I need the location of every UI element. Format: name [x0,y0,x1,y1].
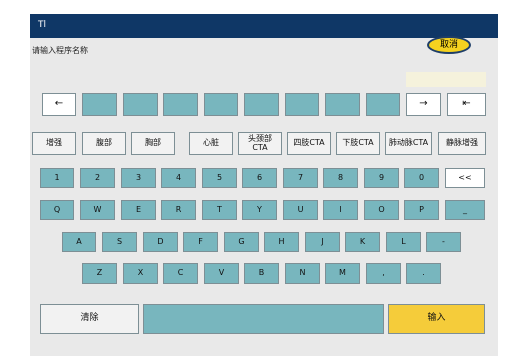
digit-key[interactable]: 4 [161,168,196,188]
letter-key[interactable]: W [80,200,115,220]
backspace-key[interactable]: << [445,168,485,188]
blank-key[interactable] [325,93,360,116]
letter-key[interactable]: T [202,200,237,220]
letter-key[interactable]: G [224,232,259,252]
protocol-key[interactable]: 头颈部 CTA [238,132,282,155]
space-bar[interactable] [143,304,384,334]
digit-key[interactable]: 3 [121,168,156,188]
digit-key[interactable]: 6 [242,168,277,188]
blank-key[interactable] [82,93,117,116]
letter-key[interactable]: L [386,232,421,252]
blank-key[interactable] [366,93,400,116]
left-arrow-key[interactable]: ← [42,93,76,116]
letter-key[interactable]: Q [40,200,74,220]
digit-key[interactable]: 9 [364,168,399,188]
letter-key[interactable]: R [161,200,196,220]
protocol-key[interactable]: 腹部 [82,132,126,155]
letter-key[interactable]: P [404,200,439,220]
dialog-title: Tl [38,20,46,30]
letter-key[interactable]: B [244,263,279,284]
hyphen-key[interactable]: - [426,232,461,252]
protocol-key[interactable]: 肺动脉CTA [385,132,432,155]
prompt-label: 请输入程序名称 [32,46,88,55]
blank-key[interactable] [244,93,279,116]
letter-key[interactable]: S [102,232,137,252]
digit-key[interactable]: 1 [40,168,74,188]
letter-key[interactable]: V [204,263,239,284]
letter-key[interactable]: U [283,200,318,220]
underscore-key[interactable]: _ [445,200,485,220]
program-name-input[interactable] [406,72,486,87]
letter-key[interactable]: F [183,232,218,252]
letter-key[interactable]: J [305,232,340,252]
title-bar: Tl [30,14,498,38]
digit-key[interactable]: 7 [283,168,318,188]
letter-key[interactable]: I [323,200,358,220]
letter-key[interactable]: M [325,263,360,284]
comma-key[interactable]: , [366,263,401,284]
protocol-key[interactable]: 心脏 [189,132,233,155]
protocol-key[interactable]: 下肢CTA [336,132,380,155]
letter-key[interactable]: Z [82,263,117,284]
letter-key[interactable]: A [62,232,96,252]
blank-key[interactable] [285,93,319,116]
digit-key[interactable]: 0 [404,168,439,188]
protocol-key[interactable]: 胸部 [131,132,175,155]
period-key[interactable]: . [406,263,441,284]
protocol-key[interactable]: 增强 [32,132,76,155]
letter-key[interactable]: C [163,263,198,284]
delete-key[interactable]: ⇤ [447,93,486,116]
protocol-key[interactable]: 四肢CTA [287,132,331,155]
letter-key[interactable]: H [264,232,299,252]
enter-button[interactable]: 输入 [388,304,485,334]
letter-key[interactable]: K [345,232,380,252]
right-arrow-key[interactable]: → [406,93,441,116]
letter-key[interactable]: D [143,232,178,252]
letter-key[interactable]: Y [242,200,277,220]
cancel-button[interactable]: 取消 [427,36,471,54]
blank-key[interactable] [163,93,198,116]
protocol-key[interactable]: 静脉增强 [438,132,486,155]
virtual-keyboard-dialog: Tl 取消 请输入程序名称 ← → ⇤ 增强 腹部 胸部 心脏 头颈部 CTA … [30,14,498,356]
blank-key[interactable] [123,93,158,116]
digit-key[interactable]: 2 [80,168,115,188]
clear-button[interactable]: 清除 [40,304,139,334]
letter-key[interactable]: X [123,263,158,284]
digit-key[interactable]: 5 [202,168,237,188]
letter-key[interactable]: E [121,200,156,220]
letter-key[interactable]: N [285,263,320,284]
blank-key[interactable] [204,93,238,116]
digit-key[interactable]: 8 [323,168,358,188]
letter-key[interactable]: O [364,200,399,220]
